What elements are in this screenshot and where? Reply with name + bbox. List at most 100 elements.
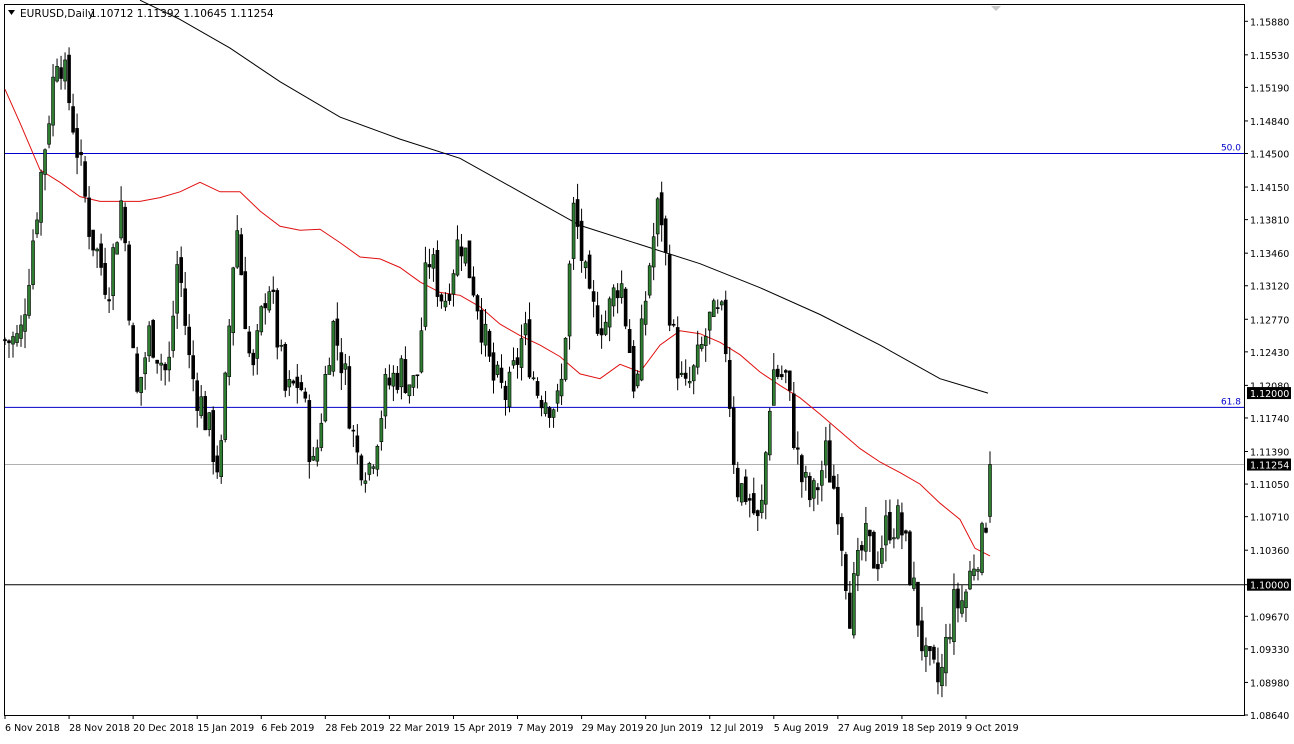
y-tick-label: 1.12770	[1250, 315, 1289, 326]
y-tick-label: 1.15880	[1250, 17, 1289, 28]
candle-body	[231, 267, 236, 334]
candle-body	[51, 76, 55, 126]
candle-body	[347, 366, 352, 429]
candle[interactable]	[872, 530, 876, 569]
candle-body	[643, 300, 648, 325]
candle[interactable]	[623, 286, 628, 330]
candle-body	[383, 374, 388, 417]
candle-body	[916, 581, 920, 626]
candle[interactable]	[587, 250, 592, 290]
candle-body	[503, 385, 508, 400]
candle-body	[719, 301, 724, 306]
candle-body	[435, 249, 440, 297]
candle-body	[824, 440, 828, 466]
candle[interactable]	[980, 521, 984, 576]
candle-body	[723, 299, 728, 355]
candle[interactable]	[67, 47, 71, 111]
candle-body	[147, 325, 151, 357]
candle[interactable]	[567, 260, 572, 350]
candle-body	[956, 588, 960, 609]
candle-body	[727, 359, 732, 409]
candle-body	[623, 288, 628, 327]
candle[interactable]	[147, 321, 151, 363]
candle[interactable]	[239, 227, 244, 276]
chart-svg[interactable]: 50.0 61.8 1.15880 1.15530 1.15190 1.14840 1.1…	[0, 0, 1294, 740]
candle-body	[203, 396, 208, 431]
candle-body	[579, 220, 584, 261]
price-chart[interactable]: 50.0 61.8 1.15880 1.15530 1.15190 1.14840 1.1…	[0, 0, 1294, 740]
candle-body	[111, 247, 115, 296]
candle[interactable]	[647, 262, 652, 299]
candle[interactable]	[127, 240, 131, 326]
candle[interactable]	[259, 305, 264, 336]
candle-body	[395, 372, 400, 390]
candle[interactable]	[83, 156, 87, 203]
candle-body	[771, 369, 776, 406]
candle[interactable]	[507, 366, 512, 413]
candle-body	[11, 336, 15, 345]
candle-body	[932, 646, 936, 660]
candle[interactable]	[908, 529, 912, 586]
candle-body	[615, 290, 620, 299]
y-tick-label: 1.13460	[1250, 249, 1289, 260]
candle-body	[331, 321, 336, 372]
candle-body	[511, 360, 516, 366]
candle-body	[968, 570, 972, 590]
candle-body	[139, 376, 143, 393]
candle[interactable]	[223, 371, 228, 443]
candle-body	[95, 248, 99, 252]
candle-body	[639, 318, 644, 381]
candle[interactable]	[151, 318, 155, 359]
level-label-0: 50.0	[1221, 144, 1241, 154]
candle[interactable]	[135, 346, 139, 394]
candle[interactable]	[767, 407, 772, 461]
candle-body	[611, 287, 616, 307]
candle-body	[792, 393, 796, 449]
candle-body	[924, 645, 928, 657]
candle-body	[896, 505, 900, 539]
candle-body	[143, 357, 147, 375]
y-tick-label: 1.14500	[1250, 150, 1289, 161]
candle-body	[892, 537, 896, 540]
candle-body	[675, 327, 680, 379]
candle-body	[495, 364, 500, 375]
y-tick-label: 1.11740	[1250, 414, 1289, 425]
candle[interactable]	[467, 240, 472, 279]
candle-body	[523, 323, 528, 336]
candle-body	[159, 362, 163, 366]
candle[interactable]	[115, 241, 119, 255]
candle-body	[972, 568, 976, 576]
candle[interactable]	[631, 340, 636, 399]
candle[interactable]	[739, 483, 744, 506]
candle-body	[243, 271, 248, 330]
candle[interactable]	[563, 337, 568, 382]
candle-body	[119, 200, 123, 239]
candle-body	[219, 440, 224, 477]
candle-body	[663, 218, 668, 253]
candle[interactable]	[323, 365, 328, 423]
candle[interactable]	[711, 298, 716, 318]
candle-body	[467, 240, 472, 279]
candle[interactable]	[852, 561, 856, 639]
candle-body	[479, 309, 484, 343]
candle-body	[91, 229, 95, 251]
candle[interactable]	[667, 244, 672, 332]
candle[interactable]	[896, 499, 900, 540]
candle[interactable]	[331, 319, 336, 377]
candle-body	[99, 243, 103, 268]
candle[interactable]	[723, 290, 728, 363]
candle[interactable]	[435, 240, 440, 307]
candle-body	[19, 324, 23, 339]
candle-body	[27, 285, 31, 316]
candle[interactable]	[131, 322, 135, 349]
candle-body	[323, 374, 328, 422]
candle[interactable]	[219, 434, 224, 484]
candle-body	[451, 273, 456, 295]
candle[interactable]	[731, 396, 736, 474]
candle[interactable]	[203, 390, 208, 431]
candle-body	[475, 295, 480, 312]
candle-body	[687, 381, 692, 384]
candle[interactable]	[227, 319, 232, 386]
candle[interactable]	[283, 342, 288, 398]
candle[interactable]	[347, 355, 352, 430]
